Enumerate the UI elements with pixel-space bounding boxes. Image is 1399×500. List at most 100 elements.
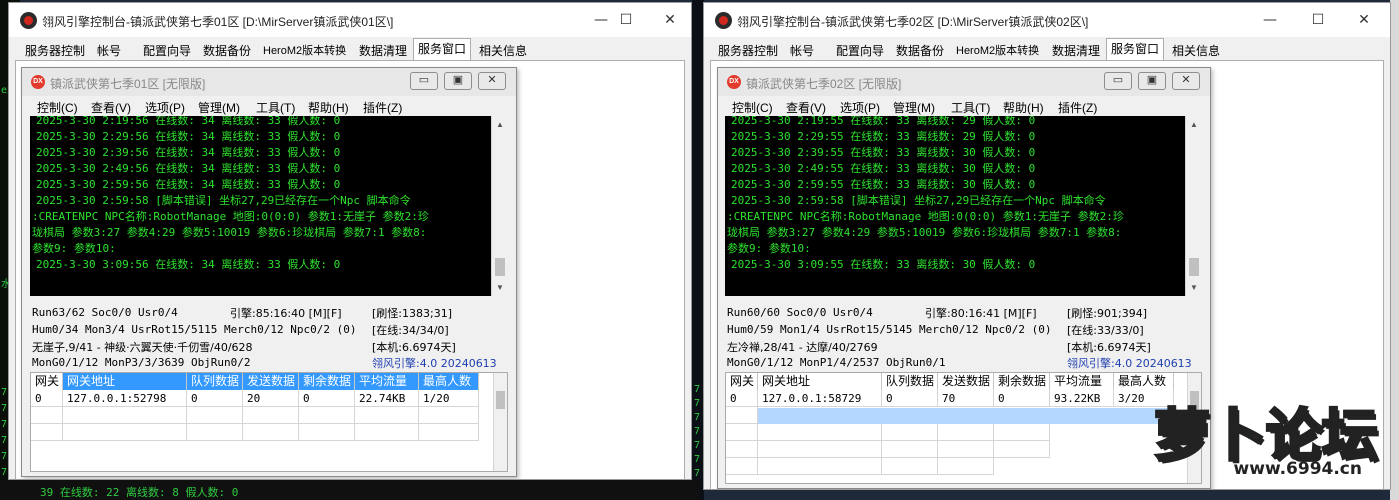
grid-cell[interactable] — [726, 407, 758, 424]
menu-manage[interactable]: 管理(M) — [893, 99, 935, 116]
menu-control[interactable]: 控制(C) — [37, 99, 78, 116]
grid-header[interactable]: 网关 — [31, 373, 63, 390]
grid-cell[interactable] — [994, 424, 1050, 441]
menu-view[interactable]: 查看(V) — [91, 99, 131, 116]
grid-cell[interactable] — [758, 424, 882, 441]
inner-maximize-button[interactable]: ▣ — [1138, 72, 1166, 90]
menu-help[interactable]: 帮助(H) — [308, 99, 349, 116]
tab-server-control[interactable]: 服务器控制 — [21, 41, 89, 61]
scroll-up-arrow-icon[interactable]: ▲ — [492, 116, 508, 133]
selected-row[interactable] — [758, 408, 1174, 424]
close-button[interactable]: ✕ — [647, 7, 691, 33]
tab-data-backup[interactable]: 数据备份 — [199, 41, 255, 61]
gateway-grid[interactable]: 网关 网关地址 队列数据 发送数据 剩余数据 平均流量 最高人数 0 127.0… — [30, 372, 508, 472]
inner-minimize-button[interactable]: ▭ — [410, 72, 438, 90]
grid-header[interactable]: 网关 — [726, 373, 758, 390]
grid-cell[interactable]: 20 — [243, 390, 299, 407]
grid-cell[interactable]: 0 — [994, 390, 1050, 407]
grid-cell[interactable] — [419, 407, 479, 424]
menu-plugins[interactable]: 插件(Z) — [363, 99, 402, 116]
tab-config-wizard[interactable]: 配置向导 — [832, 41, 888, 61]
grid-cell[interactable] — [726, 441, 758, 458]
menu-options[interactable]: 选项(P) — [840, 99, 880, 116]
log-scrollbar[interactable]: ▲ ▼ — [491, 116, 508, 296]
grid-header[interactable]: 最高人数 — [419, 373, 479, 390]
grid-cell[interactable] — [994, 441, 1050, 458]
grid-cell[interactable] — [355, 407, 419, 424]
grid-header[interactable]: 剩余数据 — [299, 373, 355, 390]
grid-cell[interactable]: 0 — [726, 390, 758, 407]
grid-cell[interactable] — [63, 424, 187, 441]
inner-title-bar[interactable]: DX 镇派武侠第七季01区 [无限版] ▭ ▣ ✕ — [22, 68, 516, 96]
grid-cell[interactable] — [31, 424, 63, 441]
grid-cell[interactable] — [419, 424, 479, 441]
grid-header[interactable]: 网关地址 — [63, 373, 187, 390]
grid-header[interactable]: 发送数据 — [243, 373, 299, 390]
grid-cell[interactable] — [882, 458, 938, 475]
grid-cell[interactable]: 0 — [882, 390, 938, 407]
menu-options[interactable]: 选项(P) — [145, 99, 185, 116]
grid-cell[interactable] — [243, 424, 299, 441]
grid-cell[interactable] — [726, 424, 758, 441]
grid-cell[interactable] — [187, 424, 243, 441]
grid-cell[interactable]: 127.0.0.1:58729 — [758, 390, 882, 407]
title-bar[interactable]: 翎风引擎控制台-镇派武侠第七季02区 [D:\MirServer镇派武侠02区\… — [704, 3, 1390, 37]
menu-tools[interactable]: 工具(T) — [256, 99, 295, 116]
grid-cell[interactable]: 127.0.0.1:52798 — [63, 390, 187, 407]
grid-cell[interactable] — [938, 458, 994, 475]
grid-header[interactable]: 队列数据 — [187, 373, 243, 390]
scroll-thumb[interactable] — [495, 258, 505, 276]
menu-plugins[interactable]: 插件(Z) — [1058, 99, 1097, 116]
grid-header[interactable]: 剩余数据 — [994, 373, 1050, 390]
grid-header[interactable]: 平均流量 — [355, 373, 419, 390]
menu-help[interactable]: 帮助(H) — [1003, 99, 1044, 116]
grid-header[interactable]: 平均流量 — [1050, 373, 1114, 390]
inner-maximize-button[interactable]: ▣ — [444, 72, 472, 90]
grid-cell[interactable] — [882, 424, 938, 441]
close-button[interactable]: ✕ — [1341, 7, 1387, 33]
grid-cell[interactable] — [758, 458, 882, 475]
inner-close-button[interactable]: ✕ — [1172, 72, 1200, 90]
grid-cell[interactable]: 0 — [187, 390, 243, 407]
grid-cell[interactable] — [299, 424, 355, 441]
grid-cell[interactable]: 22.74KB — [355, 390, 419, 407]
grid-cell[interactable]: 0 — [31, 390, 63, 407]
grid-cell[interactable] — [938, 424, 994, 441]
server-log[interactable]: 2025-3-30 2:19:55 在线数: 33 离线数: 29 假人数: 0… — [725, 116, 1202, 296]
menu-tools[interactable]: 工具(T) — [951, 99, 990, 116]
tab-herom2-convert[interactable]: HeroM2版本转换 — [952, 41, 1043, 61]
menu-manage[interactable]: 管理(M) — [198, 99, 240, 116]
inner-title-bar[interactable]: DX 镇派武侠第七季02区 [无限版] ▭ ▣ ✕ — [718, 68, 1210, 96]
log-scrollbar[interactable]: ▲ ▼ — [1185, 116, 1202, 296]
title-bar[interactable]: 翎风引擎控制台-镇派武侠第七季01区 [D:\MirServer镇派武侠01区\… — [9, 3, 691, 37]
grid-cell[interactable]: 93.22KB — [1050, 390, 1114, 407]
grid-cell[interactable] — [63, 407, 187, 424]
tab-about[interactable]: 相关信息 — [475, 41, 531, 61]
grid-header[interactable]: 队列数据 — [882, 373, 938, 390]
grid-cell[interactable]: 1/20 — [419, 390, 479, 407]
maximize-button[interactable]: ☐ — [1295, 7, 1341, 33]
scroll-thumb[interactable] — [496, 391, 505, 409]
tab-account[interactable]: 帐号 — [93, 41, 125, 61]
grid-cell[interactable] — [187, 407, 243, 424]
tab-data-backup[interactable]: 数据备份 — [892, 41, 948, 61]
inner-close-button[interactable]: ✕ — [478, 72, 506, 90]
grid-header[interactable]: 发送数据 — [938, 373, 994, 390]
grid-cell[interactable] — [726, 458, 758, 475]
scroll-down-arrow-icon[interactable]: ▼ — [1186, 279, 1202, 296]
tab-herom2-convert[interactable]: HeroM2版本转换 — [259, 41, 350, 61]
grid-cell[interactable] — [355, 424, 419, 441]
menu-control[interactable]: 控制(C) — [732, 99, 773, 116]
tab-config-wizard[interactable]: 配置向导 — [139, 41, 195, 61]
minimize-button[interactable]: — — [1247, 7, 1293, 33]
tab-about[interactable]: 相关信息 — [1168, 41, 1224, 61]
tab-data-cleanup[interactable]: 数据清理 — [1048, 41, 1104, 61]
grid-cell[interactable] — [882, 441, 938, 458]
server-log[interactable]: 2025-3-30 2:19:56 在线数: 34 离线数: 33 假人数: 0… — [30, 116, 508, 296]
grid-cell[interactable] — [31, 407, 63, 424]
grid-cell[interactable]: 70 — [938, 390, 994, 407]
grid-cell[interactable] — [299, 407, 355, 424]
grid-header[interactable]: 网关地址 — [758, 373, 882, 390]
grid-cell[interactable] — [938, 441, 994, 458]
tab-service-window[interactable]: 服务窗口 — [1106, 38, 1165, 62]
